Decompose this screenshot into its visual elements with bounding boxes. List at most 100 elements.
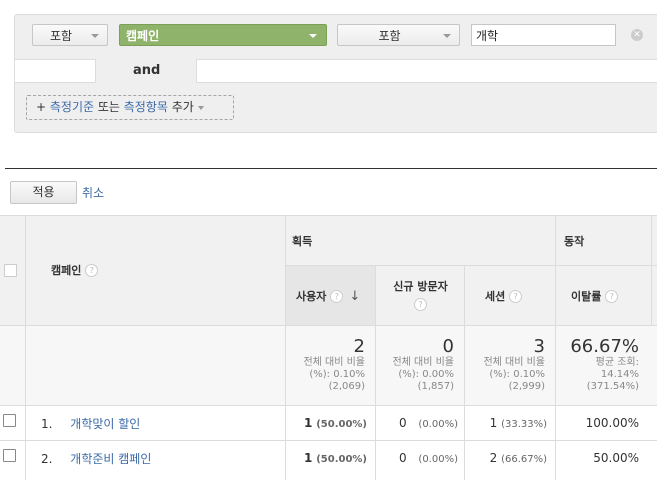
apply-button[interactable]: 적용 (10, 181, 77, 204)
sessions-cell: 1 (33.33%) (464, 405, 555, 440)
totals-users-cell: 2 전체 대비 비율 (%): 0.10% (2,069) (285, 325, 375, 405)
users-percent: (50.00%) (316, 454, 367, 465)
totals-bounce-cell: 66.67% 평균 조회: 14.14% (371.54%) (555, 325, 651, 405)
bounce-value: 100.00% (585, 416, 639, 430)
campaign-cell: 1. 개학맞이 할인 (25, 405, 285, 440)
bounce-header-cell[interactable]: 이탈률? (555, 266, 657, 325)
divider (5, 168, 657, 169)
totals-bounce-sub3: (371.54%) (586, 381, 639, 392)
totals-label-cell (25, 325, 285, 405)
column-edge (651, 215, 657, 325)
totals-sessions-sub1: 전체 대비 비율 (483, 357, 545, 368)
chevron-down-icon (309, 34, 317, 38)
add-or-text: 또는 (94, 100, 124, 114)
add-suffix: 추가 (167, 100, 194, 114)
behavior-group-header: 동작 (555, 215, 657, 266)
sessions-column-header: 세션 (485, 290, 506, 303)
chevron-down-icon (197, 105, 204, 110)
totals-new-users-sub1: 전체 대비 비율 (392, 357, 454, 368)
sessions-value: 2 (489, 451, 498, 465)
totals-sessions-cell: 3 전체 대비 비율 (%): 0.10% (2,999) (464, 325, 555, 405)
select-all-cell (0, 215, 25, 325)
new-users-value: 0 (398, 416, 407, 430)
and-label: and (133, 63, 161, 78)
new-users-value: 0 (398, 451, 407, 465)
totals-bounce-value: 66.67% (570, 336, 639, 357)
cancel-link[interactable]: 취소 (82, 184, 104, 201)
totals-sessions-sub3: (2,999) (508, 381, 545, 392)
sessions-cell: 2 (66.67%) (464, 440, 555, 480)
users-value: 1 (304, 451, 313, 465)
help-icon[interactable]: ? (414, 298, 427, 311)
chevron-down-icon (443, 34, 451, 38)
chevron-down-icon (91, 34, 99, 38)
totals-new-users-sub3: (1,857) (417, 381, 454, 392)
bounce-column-header: 이탈률 (571, 290, 602, 303)
help-icon[interactable]: ? (85, 264, 99, 277)
help-icon[interactable]: ? (509, 290, 523, 303)
campaign-link[interactable]: 개학맞이 할인 (70, 417, 140, 431)
campaign-header-cell: 캠페인? (25, 215, 285, 325)
sessions-percent: (33.33%) (501, 419, 547, 430)
dimension-select[interactable]: 캠페인 (119, 24, 327, 46)
totals-sessions-value: 3 (533, 336, 545, 357)
help-icon[interactable]: ? (605, 290, 619, 303)
users-header-cell[interactable]: 사용자? ↓ (285, 266, 375, 325)
row-index: 2. (41, 452, 53, 466)
filter-panel: 포함 캠페인 포함 ✕ and + 측정기준 또는 측정항목 추가 (14, 14, 657, 133)
row-index: 1. (41, 417, 53, 431)
data-table: 캠페인? 획득 동작 사용자? ↓ 신규 방문자 ? 세션? 이탈률? 2 전체 … (0, 215, 657, 480)
totals-users-value: 2 (353, 336, 365, 357)
new-users-cell: 0 (0.00%) (375, 440, 464, 480)
totals-bounce-sub2: 14.14% (600, 369, 639, 380)
help-icon[interactable]: ? (330, 290, 344, 303)
sort-down-arrow-icon[interactable]: ↓ (349, 289, 360, 304)
sessions-value: 1 (489, 416, 498, 430)
bounce-cell: 50.00% (555, 440, 651, 480)
add-prefix: + (36, 100, 50, 114)
match-type-select-1[interactable]: 포함 (32, 24, 108, 46)
and-left-box (14, 59, 96, 83)
match-type-label-1: 포함 (49, 29, 73, 43)
acquisition-group-header: 획득 (285, 215, 555, 266)
sessions-percent: (66.67%) (501, 454, 547, 465)
totals-users-sub2: (%): 0.10% (309, 369, 365, 380)
users-cell: 1 (50.00%) (285, 405, 375, 440)
and-right-box (196, 59, 657, 83)
bounce-cell: 100.00% (555, 405, 651, 440)
totals-sessions-sub2: (%): 0.10% (489, 369, 545, 380)
select-all-checkbox[interactable] (4, 264, 17, 277)
filter-value-input[interactable] (471, 24, 616, 46)
campaign-column-header[interactable]: 캠페인 (51, 264, 81, 277)
match-type-select-2[interactable]: 포함 (337, 24, 460, 46)
row-checkbox[interactable] (3, 449, 16, 462)
clear-icon[interactable]: ✕ (631, 29, 643, 41)
dimension-label: 캠페인 (126, 29, 160, 43)
users-column-header: 사용자 (296, 290, 327, 303)
users-value: 1 (304, 416, 313, 430)
match-type-label-2: 포함 (378, 29, 401, 43)
acquisition-group-label: 획득 (292, 235, 313, 248)
totals-bounce-sub1: 평균 조회: (595, 357, 639, 368)
sessions-header-cell[interactable]: 세션? (464, 266, 555, 325)
add-dimension-metric-button[interactable]: + 측정기준 또는 측정항목 추가 (26, 95, 234, 120)
new-users-header-cell[interactable]: 신규 방문자 ? (375, 266, 464, 325)
add-dimension-link: 측정기준 (49, 100, 95, 114)
new-users-column-header: 신규 방문자 (393, 280, 448, 293)
totals-new-users-value: 0 (442, 336, 454, 357)
totals-users-sub3: (2,069) (328, 381, 365, 392)
bounce-value: 50.00% (593, 451, 639, 465)
new-users-percent: (0.00%) (418, 454, 458, 465)
users-cell: 1 (50.00%) (285, 440, 375, 480)
campaign-cell: 2. 개학준비 캠페인 (25, 440, 285, 480)
new-users-percent: (0.00%) (418, 419, 458, 430)
campaign-link[interactable]: 개학준비 캠페인 (70, 452, 151, 466)
totals-users-sub1: 전체 대비 비율 (303, 357, 365, 368)
add-metric-link: 측정항목 (123, 100, 168, 114)
users-percent: (50.00%) (316, 419, 367, 430)
behavior-group-label: 동작 (564, 235, 585, 248)
totals-new-users-sub2: (%): 0.00% (398, 369, 454, 380)
totals-new-users-cell: 0 전체 대비 비율 (%): 0.00% (1,857) (375, 325, 464, 405)
row-checkbox[interactable] (3, 414, 16, 427)
new-users-cell: 0 (0.00%) (375, 405, 464, 440)
